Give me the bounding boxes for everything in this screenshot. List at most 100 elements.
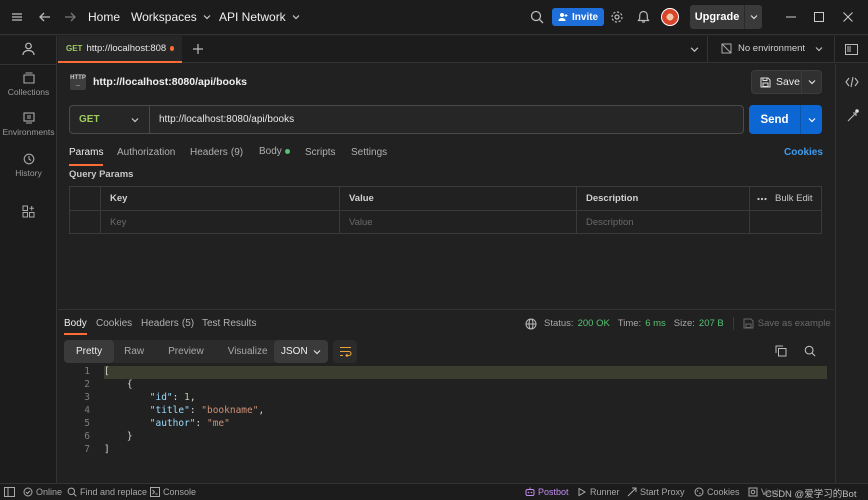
user-avatar[interactable] [661, 8, 679, 26]
method-select[interactable]: GET [70, 106, 150, 133]
save-button[interactable]: Save [751, 70, 822, 94]
tab-authorization[interactable]: Authorization [117, 146, 175, 158]
sidebar-item-environments[interactable]: Environments [0, 112, 57, 137]
maximize-icon[interactable] [813, 11, 825, 23]
status-bar: Online Find and replace Console Postbot … [0, 483, 868, 500]
table-row: Key Value Description [70, 211, 821, 234]
table-header-row: Key Value Description Bulk Edit [70, 187, 821, 211]
tab-title: http://localhost:8080/api [86, 43, 166, 54]
runner-button[interactable]: Runner [577, 487, 620, 497]
postbot-icon [525, 487, 535, 497]
format-pretty[interactable]: Pretty [64, 340, 115, 363]
tab-scripts[interactable]: Scripts [305, 146, 336, 158]
tab-request-books[interactable]: GET http://localhost:8080/api [58, 36, 182, 63]
close-icon[interactable] [842, 11, 854, 23]
save-disk-icon [760, 77, 771, 88]
settings-gear-icon[interactable] [610, 10, 624, 24]
search-icon[interactable] [530, 10, 544, 24]
copy-icon[interactable] [775, 345, 787, 357]
code-line: } [126, 431, 133, 442]
cookies-button[interactable]: Cookies [694, 487, 740, 497]
chevron-down-icon[interactable] [800, 105, 822, 134]
sidebar-item-collections[interactable]: Collections [0, 72, 57, 97]
tab-body[interactable]: Body [259, 146, 290, 157]
sidebar-item-label: Environments [2, 127, 55, 137]
language-label: JSON [281, 346, 308, 357]
forward-arrow-icon[interactable] [63, 10, 77, 24]
user-icon[interactable] [22, 42, 35, 56]
notifications-bell-icon[interactable] [637, 10, 650, 24]
nav-api-network[interactable]: API Network [219, 10, 300, 24]
proxy-icon [627, 487, 637, 497]
console-toggle[interactable]: Console [150, 487, 196, 497]
time-value[interactable]: 6 ms [645, 318, 666, 329]
back-arrow-icon[interactable] [38, 10, 52, 24]
toggle-sidebar-icon[interactable] [4, 487, 15, 497]
format-preview[interactable]: Preview [154, 340, 218, 363]
size-label: Size: [673, 318, 695, 329]
status-value[interactable]: 200 OK [578, 318, 610, 329]
console-icon [150, 487, 160, 497]
start-proxy-button[interactable]: Start Proxy [627, 487, 685, 497]
postbot-button[interactable]: Postbot [525, 487, 569, 497]
tabs-dropdown-chevron-icon[interactable] [690, 45, 699, 54]
line-number: 4 [84, 405, 90, 416]
chevron-down-icon[interactable] [801, 71, 821, 93]
search-response-icon[interactable] [804, 345, 816, 357]
find-replace[interactable]: Find and replace [67, 487, 147, 497]
tab-test-results[interactable]: Test Results [202, 317, 256, 329]
sidebar-item-label: History [15, 168, 42, 178]
wrap-lines-button[interactable] [333, 340, 357, 363]
tab-response-headers[interactable]: Headers (5) [141, 317, 194, 329]
nav-home[interactable]: Home [88, 10, 120, 24]
tab-headers[interactable]: Headers (9) [190, 146, 243, 158]
value-input-placeholder[interactable]: Value [340, 211, 577, 234]
status-label: Status: [544, 318, 574, 329]
minimize-icon[interactable] [785, 11, 797, 23]
line-number: 1 [84, 366, 90, 377]
response-code-viewer[interactable]: 1 2 3 4 5 6 7 [ { "id": 1, "title": "boo… [60, 366, 830, 461]
collections-icon [22, 72, 35, 84]
request-tabs: Params Authorization Headers (9) Body Sc… [69, 146, 829, 166]
size-value[interactable]: 207 B [699, 318, 724, 329]
save-as-example-button[interactable]: Save as example [758, 318, 831, 329]
related-collections-icon[interactable] [846, 109, 860, 123]
find-icon [67, 487, 77, 497]
tab-settings[interactable]: Settings [351, 146, 387, 158]
history-icon [23, 153, 35, 165]
description-input-placeholder[interactable]: Description [577, 211, 750, 234]
tab-response-cookies[interactable]: Cookies [96, 317, 132, 329]
url-input[interactable] [159, 114, 743, 125]
upgrade-button[interactable]: Upgrade [690, 5, 762, 29]
chevron-down-icon [203, 13, 211, 21]
tab-response-body[interactable]: Body [64, 317, 87, 335]
language-select[interactable]: JSON [274, 340, 328, 363]
nav-workspaces[interactable]: Workspaces [131, 10, 211, 24]
request-name[interactable]: http://localhost:8080/api/books [93, 76, 247, 88]
key-input-placeholder[interactable]: Key [101, 211, 340, 234]
chevron-down-icon[interactable] [744, 5, 762, 29]
invite-button[interactable]: Invite [552, 8, 605, 26]
send-label: Send [760, 113, 789, 126]
sidebar-item-history[interactable]: History [0, 153, 57, 178]
menu-icon[interactable] [10, 10, 24, 24]
bulk-edit-group[interactable]: Bulk Edit [750, 193, 821, 204]
new-tab-plus-icon[interactable] [192, 43, 204, 55]
invite-label: Invite [572, 11, 599, 23]
environment-quick-look-icon[interactable] [845, 44, 858, 55]
configure-sidebar-icon[interactable] [22, 205, 35, 218]
code-snippet-icon[interactable] [845, 76, 859, 88]
environment-selector[interactable]: No environment [721, 43, 823, 54]
cookies-link[interactable]: Cookies [784, 146, 823, 158]
format-raw[interactable]: Raw [114, 340, 154, 363]
tab-params[interactable]: Params [69, 146, 104, 166]
online-check-icon [23, 487, 33, 497]
send-button[interactable]: Send [749, 105, 822, 134]
online-status[interactable]: Online [23, 487, 62, 497]
globe-icon[interactable] [525, 318, 537, 330]
format-visualize[interactable]: Visualize [218, 340, 278, 363]
response-divider[interactable] [58, 309, 834, 310]
start-proxy-label: Start Proxy [640, 487, 685, 497]
more-options-icon [757, 197, 767, 201]
request-tab-strip: GET http://localhost:8080/api No environ… [58, 36, 868, 63]
